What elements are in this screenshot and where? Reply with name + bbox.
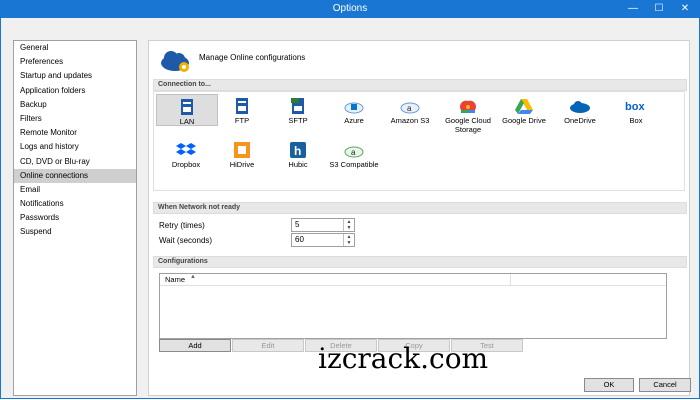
connection-dropbox[interactable]: Dropbox: [156, 138, 216, 169]
connection-label: Google Drive: [502, 116, 546, 125]
google-cloud-icon: [459, 100, 477, 113]
sidebar-item-filters[interactable]: Filters: [14, 112, 136, 126]
configurations-section-title: Configurations: [153, 256, 687, 268]
connection-label: Amazon S3: [390, 116, 430, 125]
ftp-icon: [236, 98, 248, 114]
watermark-text: izcrack.com: [318, 342, 489, 375]
sidebar-item-suspend[interactable]: Suspend: [14, 225, 136, 239]
connection-label: HiDrive: [229, 160, 255, 169]
sidebar-item-general[interactable]: General: [14, 41, 136, 55]
list-header: Name ▲: [160, 274, 666, 286]
page-title: Manage Online configurations: [199, 53, 306, 62]
svg-text:a: a: [407, 104, 412, 113]
svg-text:a: a: [351, 148, 356, 157]
amazon-s3-icon: a: [400, 102, 420, 114]
connection-label: Box: [629, 116, 643, 125]
sidebar-item-startup[interactable]: Startup and updates: [14, 69, 136, 83]
svg-text:h: h: [294, 144, 301, 158]
onedrive-icon: [570, 101, 590, 113]
sidebar-item-preferences[interactable]: Preferences: [14, 55, 136, 69]
spin-down-icon[interactable]: ▼: [344, 240, 354, 246]
sidebar-item-remote-monitor[interactable]: Remote Monitor: [14, 126, 136, 140]
connection-label: S3 Compatible: [329, 160, 379, 169]
retry-value: 5: [295, 220, 300, 229]
connection-label: Dropbox: [171, 160, 201, 169]
google-drive-icon: [515, 99, 533, 114]
dropbox-icon: [176, 143, 196, 155]
sidebar-item-backup[interactable]: Backup: [14, 98, 136, 112]
network-section-title: When Network not ready: [153, 202, 687, 214]
sidebar-item-passwords[interactable]: Passwords: [14, 211, 136, 225]
ok-button[interactable]: OK: [584, 378, 634, 392]
window-title: Options: [332, 3, 368, 14]
connection-amazon-s3[interactable]: a Amazon S3: [380, 94, 440, 125]
connection-label: FTP: [234, 116, 250, 125]
column-divider: [510, 274, 511, 285]
connection-lan[interactable]: LAN: [156, 94, 218, 126]
azure-icon: [344, 102, 364, 114]
connection-label: SFTP: [288, 116, 308, 125]
wait-value: 60: [295, 235, 304, 244]
sidebar-item-notifications[interactable]: Notifications: [14, 197, 136, 211]
connection-label: Google Cloud Storage: [445, 116, 491, 134]
close-button[interactable]: ✕: [672, 0, 698, 18]
s3-compatible-icon: a: [344, 146, 364, 158]
lan-icon: [181, 99, 193, 115]
connection-box[interactable]: box Box: [606, 94, 666, 125]
sidebar-item-app-folders[interactable]: Application folders: [14, 84, 136, 98]
title-bar: Options — ☐ ✕: [0, 0, 700, 18]
svg-text:box: box: [625, 101, 645, 113]
cancel-button[interactable]: Cancel: [639, 378, 691, 392]
connection-ftp[interactable]: FTP: [212, 94, 272, 125]
connection-hubic[interactable]: h Hubic: [268, 138, 328, 169]
connection-label: LAN: [179, 117, 195, 126]
cloud-settings-icon: [161, 51, 189, 72]
minimize-button[interactable]: —: [620, 0, 646, 18]
edit-button[interactable]: Edit: [232, 339, 304, 352]
configurations-list[interactable]: Name ▲: [159, 273, 667, 339]
spin-down-icon[interactable]: ▼: [344, 225, 354, 231]
wait-spinner[interactable]: 60 ▲ ▼: [291, 233, 355, 247]
connection-label: Azure: [344, 116, 364, 125]
sidebar-item-online-connections[interactable]: Online connections: [14, 168, 136, 183]
connection-label: OneDrive: [564, 116, 596, 125]
sidebar-item-cd-dvd[interactable]: CD, DVD or Blu-ray: [14, 155, 136, 169]
wait-label: Wait (seconds): [159, 236, 213, 245]
add-button[interactable]: Add: [159, 339, 231, 352]
panel-header: Manage Online configurations: [159, 49, 305, 73]
sftp-icon: [291, 98, 304, 114]
connection-grid: LAN FTP SFTP Azure a Amazon S3 Google Cl…: [153, 91, 685, 191]
hidrive-icon: [234, 142, 250, 158]
options-sidebar: General Preferences Startup and updates …: [13, 40, 137, 396]
maximize-button[interactable]: ☐: [646, 0, 672, 18]
retry-label: Retry (times): [159, 221, 205, 230]
hubic-icon: h: [290, 142, 306, 158]
connection-hidrive[interactable]: HiDrive: [212, 138, 272, 169]
connection-s3-compatible[interactable]: a S3 Compatible: [324, 138, 384, 169]
connection-section-title: Connection to...: [153, 79, 687, 91]
sidebar-item-email[interactable]: Email: [14, 183, 136, 197]
name-column-header[interactable]: Name: [165, 275, 185, 284]
connection-azure[interactable]: Azure: [324, 94, 384, 125]
box-icon: box: [625, 101, 645, 113]
connection-google-drive[interactable]: Google Drive: [494, 94, 554, 125]
retry-spinner[interactable]: 5 ▲ ▼: [291, 218, 355, 232]
connection-sftp[interactable]: SFTP: [268, 94, 328, 125]
connection-google-cloud[interactable]: Google Cloud Storage: [436, 94, 500, 134]
connection-onedrive[interactable]: OneDrive: [550, 94, 610, 125]
sort-up-icon: ▲: [190, 274, 196, 280]
connection-label: Hubic: [288, 160, 308, 169]
sidebar-item-logs[interactable]: Logs and history: [14, 140, 136, 154]
